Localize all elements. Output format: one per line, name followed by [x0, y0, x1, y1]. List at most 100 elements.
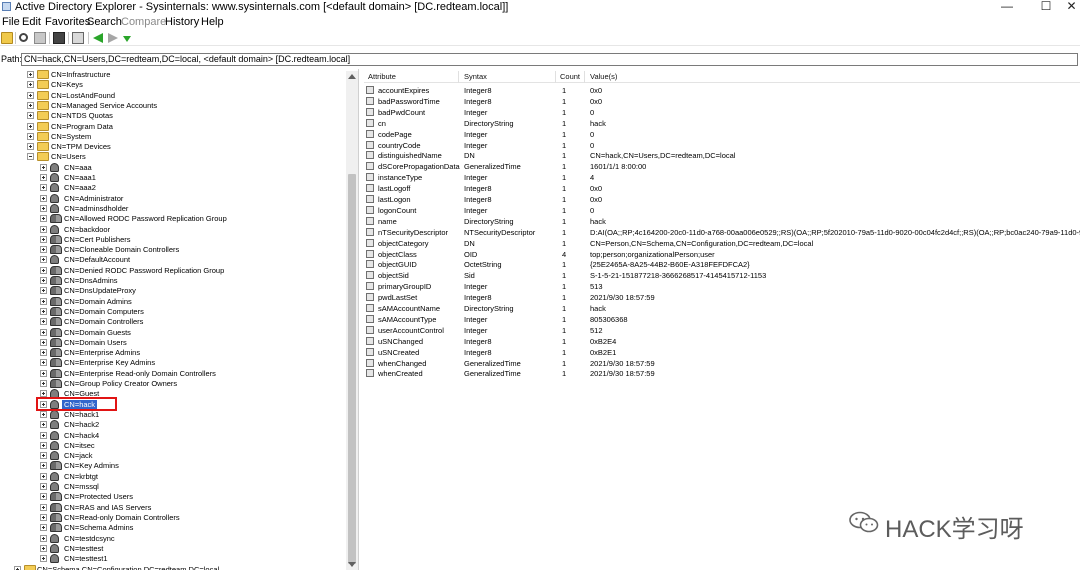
table-row[interactable]: dSCorePropagationData GeneralizedTime 1 160… [364, 161, 1080, 172]
table-row[interactable]: whenCreated GeneralizedTime 1 2021/9/30 18:… [364, 368, 1080, 379]
compare-icon[interactable] [34, 32, 46, 44]
expand-icon[interactable] [40, 555, 47, 563]
expand-icon[interactable] [40, 174, 47, 181]
menu-search[interactable]: Search [87, 16, 122, 28]
expand-icon[interactable] [40, 534, 47, 542]
expand-icon[interactable] [27, 81, 34, 89]
expand-icon[interactable] [27, 112, 34, 120]
search-icon[interactable] [19, 33, 28, 42]
table-row[interactable]: objectSid Sid 1 S-1-5-21-151877218-36662685… [364, 270, 1080, 281]
expand-icon[interactable] [40, 266, 47, 274]
expand-icon[interactable] [40, 380, 47, 387]
expand-icon[interactable] [40, 349, 47, 357]
expand-icon[interactable] [40, 410, 47, 418]
table-row[interactable]: badPwdCount Integer 1 0 [364, 107, 1080, 118]
scroll-thumb[interactable] [348, 174, 356, 564]
table-row[interactable]: name DirectoryString 1 hack [364, 216, 1080, 227]
menu-edit[interactable]: Edit [22, 16, 41, 28]
expand-icon[interactable] [40, 318, 47, 326]
table-row[interactable]: countryCode Integer 1 0 [364, 140, 1080, 151]
expand-icon[interactable] [40, 184, 47, 192]
menu-history[interactable]: History [165, 16, 199, 28]
expand-icon[interactable] [14, 566, 21, 570]
column-header-count[interactable]: Count [560, 72, 580, 81]
table-row[interactable]: distinguishedName DN 1 CN=hack,CN=Users,DC=… [364, 150, 1080, 161]
expand-icon[interactable] [40, 194, 47, 202]
properties-icon[interactable] [72, 32, 84, 44]
expand-icon[interactable] [40, 307, 47, 315]
table-row[interactable]: objectGUID OctetString 1 {25E2465A-8A25-44B… [364, 259, 1080, 270]
expand-icon[interactable] [27, 132, 34, 140]
history-dropdown-icon[interactable] [123, 36, 131, 42]
expand-icon[interactable] [40, 513, 47, 521]
expand-icon[interactable] [40, 297, 47, 305]
table-row[interactable]: sAMAccountName DirectoryString 1 hack [364, 303, 1080, 314]
expand-icon[interactable] [40, 483, 47, 490]
path-input[interactable]: CN=hack,CN=Users,DC=redteam,DC=local, <d… [21, 53, 1078, 66]
expand-icon[interactable] [40, 287, 47, 295]
table-row[interactable]: badPasswordTime Integer8 1 0x0 [364, 96, 1080, 107]
expand-icon[interactable] [40, 338, 47, 346]
expand-icon[interactable] [27, 91, 34, 99]
table-row[interactable]: userAccountControl Integer 1 512 [364, 325, 1080, 336]
menu-favorites[interactable]: Favorites [45, 16, 90, 28]
table-row[interactable]: lastLogon Integer8 1 0x0 [364, 194, 1080, 205]
directory-tree[interactable]: CN=Infrastructure CN=Keys CN=LostAndFound C… [0, 69, 359, 570]
table-row[interactable]: uSNCreated Integer8 1 0xB2E1 [364, 347, 1080, 358]
close-button[interactable]: ✕ [1063, 0, 1080, 14]
table-row[interactable]: lastLogoff Integer8 1 0x0 [364, 183, 1080, 194]
expand-icon[interactable] [27, 101, 34, 109]
expand-icon[interactable] [40, 462, 47, 470]
expand-icon[interactable] [40, 544, 47, 552]
expand-icon[interactable] [40, 369, 47, 377]
expand-icon[interactable] [40, 524, 47, 532]
expand-icon[interactable] [40, 503, 47, 511]
table-row[interactable]: logonCount Integer 1 0 [364, 205, 1080, 216]
table-row[interactable]: accountExpires Integer8 1 0x0 [364, 85, 1080, 96]
expand-icon[interactable] [40, 441, 47, 449]
column-header-attribute[interactable]: Attribute [368, 72, 396, 81]
table-row[interactable]: uSNChanged Integer8 1 0xB2E4 [364, 336, 1080, 347]
column-header-values[interactable]: Value(s) [590, 72, 617, 81]
expand-icon[interactable] [40, 246, 47, 254]
expand-icon[interactable] [40, 225, 47, 233]
expand-icon[interactable] [40, 452, 47, 460]
expand-icon[interactable] [40, 215, 47, 223]
scroll-down-icon[interactable] [348, 562, 356, 567]
table-row[interactable]: sAMAccountType Integer 1 805306368 [364, 314, 1080, 325]
expand-icon[interactable] [40, 277, 47, 284]
menu-file[interactable]: File [2, 16, 20, 28]
expand-icon[interactable] [40, 493, 47, 501]
expand-icon[interactable] [27, 143, 34, 151]
expand-icon[interactable] [40, 204, 47, 212]
forward-arrow-icon[interactable] [108, 33, 118, 43]
minimize-button[interactable]: — [992, 0, 1022, 14]
open-folder-icon[interactable] [1, 32, 13, 44]
expand-icon[interactable] [40, 256, 47, 264]
expand-icon[interactable] [40, 421, 47, 429]
expand-icon[interactable] [40, 235, 47, 243]
expand-icon[interactable] [40, 163, 47, 171]
save-icon[interactable] [53, 32, 65, 44]
column-separator[interactable] [584, 71, 585, 83]
back-arrow-icon[interactable] [93, 33, 103, 43]
column-header-syntax[interactable]: Syntax [464, 72, 487, 81]
expand-icon[interactable] [40, 359, 47, 367]
collapse-icon[interactable] [27, 153, 34, 161]
expand-icon[interactable] [40, 431, 47, 439]
column-separator[interactable] [555, 71, 556, 83]
table-row[interactable]: codePage Integer 1 0 [364, 129, 1080, 140]
table-row[interactable]: primaryGroupID Integer 1 513 [364, 281, 1080, 292]
table-row[interactable]: pwdLastSet Integer8 1 2021/9/30 18:57:59 [364, 292, 1080, 303]
menu-help[interactable]: Help [201, 16, 224, 28]
table-row[interactable]: cn DirectoryString 1 hack [364, 118, 1080, 129]
table-row[interactable]: instanceType Integer 1 4 [364, 172, 1080, 183]
expand-icon[interactable] [27, 71, 34, 78]
expand-icon[interactable] [40, 472, 47, 480]
table-row[interactable]: objectCategory DN 1 CN=Person,CN=Schema,CN=… [364, 238, 1080, 249]
table-row[interactable]: whenChanged GeneralizedTime 1 2021/9/30 18:… [364, 358, 1080, 369]
expand-icon[interactable] [40, 328, 47, 336]
tree-vertical-scrollbar[interactable] [346, 71, 358, 570]
maximize-button[interactable]: ☐ [1031, 0, 1061, 14]
table-row[interactable]: nTSecurityDescriptor NTSecurityDescriptor… [364, 227, 1080, 238]
